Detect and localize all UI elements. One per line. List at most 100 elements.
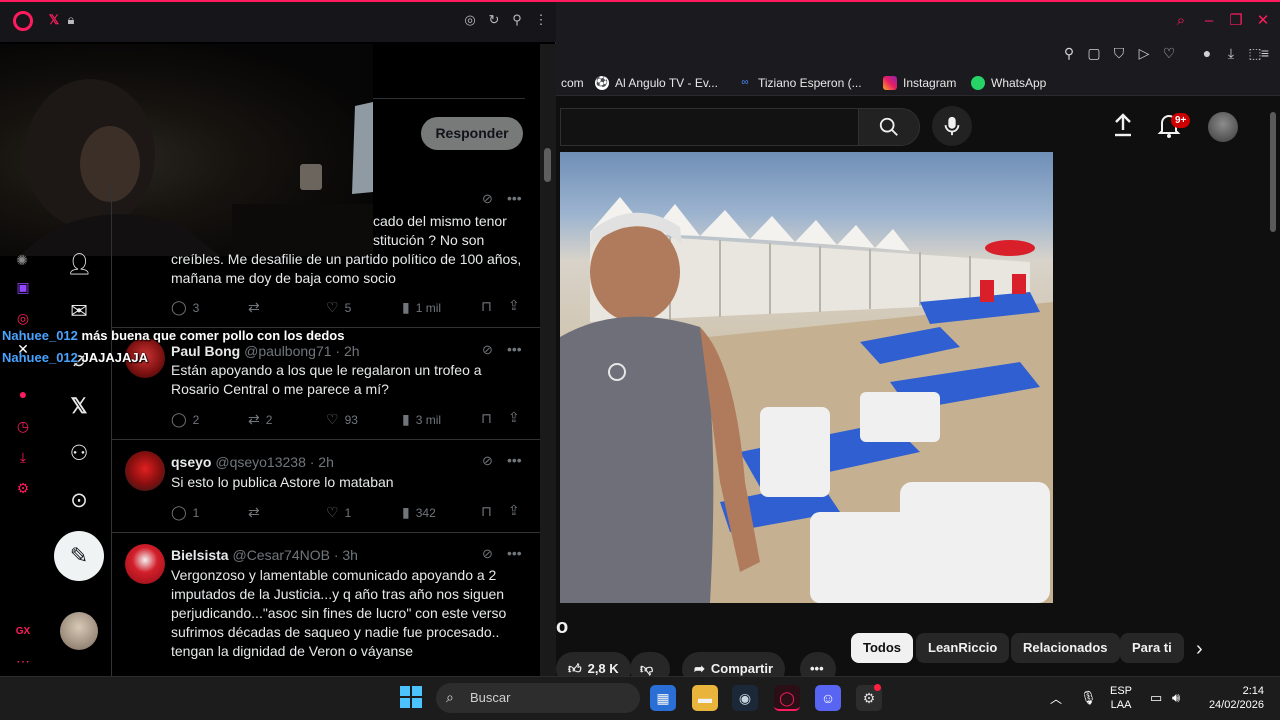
- avatar[interactable]: [60, 612, 98, 650]
- more-options-icon[interactable]: ⊙: [66, 488, 92, 514]
- avatar[interactable]: [125, 451, 165, 491]
- avatar[interactable]: [1208, 112, 1238, 142]
- gx-icon[interactable]: GX: [14, 623, 32, 641]
- grok-icon[interactable]: ⊘: [482, 453, 493, 469]
- heart-icon[interactable]: ♡: [1160, 44, 1178, 62]
- chip-relacionados[interactable]: Relacionados: [1011, 633, 1120, 663]
- settings-icon[interactable]: ⚙: [14, 479, 32, 497]
- start-button[interactable]: [400, 686, 422, 708]
- search-icon[interactable]: ⌕: [1172, 12, 1190, 30]
- reply-button[interactable]: Responder: [421, 117, 523, 150]
- microphone-icon[interactable]: 🎙︎: [1080, 690, 1097, 706]
- bookmark-button[interactable]: ⊓: [481, 298, 492, 315]
- more-icon[interactable]: ⋯: [14, 652, 32, 670]
- discord-icon[interactable]: ☺: [815, 685, 841, 711]
- messages-icon[interactable]: ✉: [66, 299, 92, 325]
- compose-post-button[interactable]: ✎: [54, 531, 104, 581]
- clock[interactable]: 2:14 24/02/2026: [1200, 684, 1264, 712]
- grok-icon[interactable]: ⊘: [482, 546, 493, 562]
- reply-count[interactable]: ◯ 3: [171, 299, 199, 316]
- bookmark-item[interactable]: Instagram: [883, 76, 956, 90]
- bookmark-button[interactable]: ⊓: [481, 410, 492, 427]
- minimize-icon[interactable]: –: [1200, 12, 1218, 30]
- chevron-right-icon[interactable]: ›: [1196, 638, 1203, 661]
- profile-icon[interactable]: ⚇: [66, 441, 92, 467]
- close-icon[interactable]: ✕: [1254, 12, 1272, 30]
- tweet-author[interactable]: Paul Bong @paulbong71 · 2h: [171, 343, 360, 359]
- history-icon[interactable]: ◷: [14, 417, 32, 435]
- download-icon[interactable]: ⤓: [14, 448, 32, 466]
- bookmark-item[interactable]: ∞ Tiziano Esperon (...: [738, 76, 861, 90]
- settings-icon[interactable]: ◎: [462, 12, 478, 28]
- pin-icon[interactable]: ⚲: [509, 12, 525, 28]
- taskbar-search[interactable]: Buscar: [436, 683, 640, 713]
- tweet[interactable]: ⊘ ••• cado del mismo tenor stitución ? N…: [111, 184, 540, 328]
- chip-todos[interactable]: Todos: [851, 633, 914, 663]
- snapshot-icon[interactable]: ▢: [1085, 44, 1103, 62]
- more-icon[interactable]: •••: [507, 341, 522, 357]
- chip-para-ti[interactable]: Para ti: [1120, 633, 1184, 663]
- scrollbar-thumb[interactable]: [1270, 112, 1276, 232]
- like-count[interactable]: ♡ 93: [326, 411, 358, 428]
- pin-icon[interactable]: ⚲: [1060, 44, 1078, 62]
- video-player[interactable]: [560, 152, 1053, 603]
- share-button[interactable]: ⇪: [508, 502, 520, 519]
- grok-icon[interactable]: ⊘: [482, 191, 493, 207]
- volume-icon[interactable]: 🔊︎: [1172, 690, 1180, 706]
- scrollbar-thumb[interactable]: [544, 148, 551, 182]
- x-premium-icon[interactable]: 𝕏: [66, 394, 92, 420]
- play-icon[interactable]: ▷: [1135, 44, 1153, 62]
- bookmark-item[interactable]: WhatsApp: [971, 76, 1046, 90]
- instagram-icon[interactable]: ◎: [14, 309, 32, 327]
- ai-icon[interactable]: ✺: [13, 251, 31, 269]
- grok-icon[interactable]: ⊘: [482, 342, 493, 358]
- network-icon[interactable]: ▭: [1150, 690, 1162, 706]
- opera-logo-icon[interactable]: [13, 11, 33, 31]
- follow-icon[interactable]: 👤︎: [66, 252, 93, 278]
- language-indicator[interactable]: ESP LAA: [1110, 684, 1132, 712]
- spotify-icon[interactable]: ●: [14, 385, 32, 403]
- file-explorer-icon[interactable]: ▬: [692, 685, 718, 711]
- chevron-up-icon[interactable]: ︿: [1050, 690, 1062, 707]
- twitch-icon[interactable]: ▣: [14, 278, 32, 296]
- chip-leanriccio[interactable]: LeanRiccio: [916, 633, 1010, 663]
- view-count[interactable]: ▮ 342: [402, 504, 436, 521]
- share-button[interactable]: ⇪: [508, 409, 520, 426]
- search-input[interactable]: [560, 108, 858, 146]
- opera-gx-icon[interactable]: ◯: [774, 685, 800, 711]
- view-count[interactable]: ▮ 3 mil: [402, 411, 441, 428]
- more-icon[interactable]: •••: [507, 452, 522, 468]
- scrollbar[interactable]: [540, 44, 556, 676]
- reply-count[interactable]: ◯ 1: [171, 504, 199, 521]
- reload-icon[interactable]: ↻: [486, 12, 502, 28]
- voice-search-button[interactable]: [932, 106, 972, 146]
- upload-button[interactable]: [1108, 110, 1138, 140]
- repost-count[interactable]: ⇄: [248, 299, 260, 316]
- repost-count[interactable]: ⇄: [248, 504, 260, 521]
- bookmark-item[interactable]: ⚽ Al Angulo TV - Ev...: [595, 76, 718, 90]
- search-button[interactable]: [858, 108, 920, 146]
- more-vertical-icon[interactable]: ⋮: [533, 12, 549, 28]
- tweet[interactable]: qseyo @qseyo13238 · 2h ⊘ ••• Si esto lo …: [111, 440, 540, 533]
- reply-count[interactable]: ◯ 2: [171, 411, 199, 428]
- repost-count[interactable]: ⇄ 2: [248, 411, 272, 428]
- tweet[interactable]: Bielsista @Cesar74NOB · 3h ⊘ ••• Vergonz…: [111, 533, 540, 676]
- more-icon[interactable]: •••: [507, 190, 522, 206]
- avatar[interactable]: [125, 544, 165, 584]
- bookmark-item[interactable]: com: [561, 76, 584, 90]
- share-button[interactable]: ⇪: [508, 297, 520, 314]
- tweet[interactable]: Paul Bong @paulbong71 · 2h ⊘ ••• Están a…: [111, 328, 540, 440]
- shield-icon[interactable]: ⛉: [1110, 44, 1128, 62]
- menu-icon[interactable]: ≡: [1256, 44, 1274, 62]
- like-count[interactable]: ♡ 1: [326, 504, 351, 521]
- profile-icon[interactable]: ●: [1198, 44, 1216, 62]
- steam-icon[interactable]: ◉: [732, 685, 758, 711]
- download-icon[interactable]: ⤓: [1222, 44, 1240, 62]
- bookmark-button[interactable]: ⊓: [481, 503, 492, 520]
- more-icon[interactable]: •••: [507, 545, 522, 561]
- tweet-author[interactable]: qseyo @qseyo13238 · 2h: [171, 454, 334, 470]
- view-count[interactable]: ▮ 1 mil: [402, 299, 441, 316]
- maximize-icon[interactable]: ❐: [1227, 12, 1245, 30]
- tweet-author[interactable]: Bielsista @Cesar74NOB · 3h: [171, 547, 358, 563]
- store-icon[interactable]: ▦: [650, 685, 676, 711]
